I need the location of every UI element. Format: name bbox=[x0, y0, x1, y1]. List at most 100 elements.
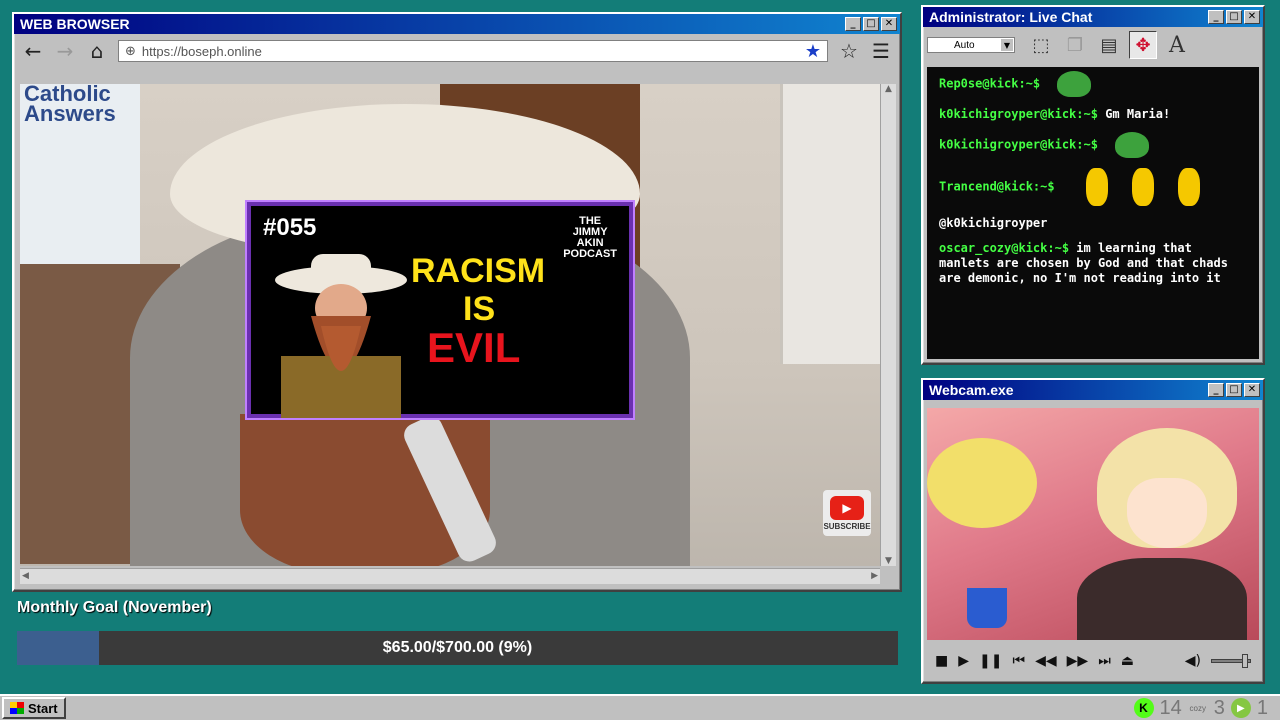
copy-icon[interactable]: ❐ bbox=[1061, 31, 1089, 59]
browser-titlebar[interactable]: WEB BROWSER _ □ ✕ bbox=[14, 14, 900, 34]
kick-viewer-count: 14 bbox=[1159, 696, 1182, 719]
chat-username[interactable]: Rep0se@kick:~$ bbox=[939, 77, 1040, 91]
taskbar: Start K 14 cozy 3 ▶ 1 bbox=[0, 694, 1280, 720]
horizontal-scrollbar[interactable]: ◀ ▶ bbox=[20, 568, 880, 584]
move-icon[interactable]: ✥ bbox=[1129, 31, 1157, 59]
webcam-close-button[interactable]: ✕ bbox=[1244, 383, 1260, 397]
webcam-window: Webcam.exe _ □ ✕ ■ ▶ ❚❚ ⏮ ◀◀ ▶▶ ⏭ ⏏ ◀) bbox=[921, 378, 1265, 684]
globe-icon: ⊕ bbox=[125, 43, 136, 59]
stop-icon[interactable]: ■ bbox=[935, 653, 948, 669]
system-tray: K 14 cozy 3 ▶ 1 bbox=[1133, 696, 1279, 720]
chat-message: Trancend@kick:~$ bbox=[939, 168, 1247, 206]
start-label: Start bbox=[28, 700, 58, 716]
rumble-count-a: 3 bbox=[1213, 696, 1225, 719]
chat-message: k0kichigroyper@kick:~$ Gm Maria! bbox=[939, 107, 1247, 122]
windows-logo-icon bbox=[10, 702, 24, 714]
catholic-answers-logo: Catholic Answers bbox=[24, 84, 116, 126]
thumbnail-line-racism: RACISM bbox=[411, 252, 546, 290]
media-controls: ■ ▶ ❚❚ ⏮ ◀◀ ▶▶ ⏭ ⏏ ◀) bbox=[927, 646, 1259, 676]
youtube-subscribe-badge[interactable]: ▶ SUBSCRIBE bbox=[823, 490, 871, 536]
chat-log[interactable]: Rep0se@kick:~$ k0kichigroyper@kick:~$ Gm… bbox=[927, 67, 1259, 359]
menu-hamburger-icon[interactable]: ☰ bbox=[870, 39, 892, 63]
chat-title: Administrator: Live Chat bbox=[929, 9, 1093, 25]
video-player[interactable]: Catholic Answers ▶ SUBSCRIBE #055 THE JI… bbox=[20, 84, 880, 566]
rumble-count-b: 1 bbox=[1256, 696, 1268, 719]
chat-username[interactable]: Trancend@kick:~$ bbox=[939, 180, 1055, 194]
back-arrow-icon[interactable]: ← bbox=[22, 39, 44, 63]
paste-icon[interactable]: ▤ bbox=[1095, 31, 1123, 59]
scroll-down-icon[interactable]: ▼ bbox=[881, 556, 896, 566]
font-size-select[interactable]: Auto ▼ bbox=[927, 37, 1015, 53]
fast-forward-icon[interactable]: ▶▶ bbox=[1067, 653, 1089, 669]
chat-username[interactable]: k0kichigroyper@kick:~$ bbox=[939, 107, 1098, 121]
scroll-left-icon[interactable]: ◀ bbox=[22, 571, 29, 581]
volume-slider[interactable] bbox=[1211, 654, 1251, 668]
webcam-minimize-button[interactable]: _ bbox=[1208, 383, 1224, 397]
eject-icon[interactable]: ⏏ bbox=[1121, 653, 1134, 669]
chat-maximize-button[interactable]: □ bbox=[1226, 10, 1242, 24]
scroll-right-icon[interactable]: ▶ bbox=[871, 571, 878, 581]
webcam-cup bbox=[967, 588, 1007, 628]
thumbnail-line-evil: EVIL bbox=[427, 324, 521, 371]
marquee-select-icon[interactable]: ⬚ bbox=[1027, 31, 1055, 59]
browser-title: WEB BROWSER bbox=[20, 16, 130, 32]
pause-icon[interactable]: ❚❚ bbox=[979, 653, 1002, 669]
home-icon[interactable]: ⌂ bbox=[86, 39, 108, 63]
webcam-titlebar[interactable]: Webcam.exe _ □ ✕ bbox=[923, 380, 1263, 400]
chat-message: Rep0se@kick:~$ bbox=[939, 71, 1247, 97]
chat-message: k0kichigroyper@kick:~$ bbox=[939, 132, 1247, 158]
browser-window: WEB BROWSER _ □ ✕ ← → ⌂ ⊕ ★ ☆ ☰ bbox=[12, 12, 902, 592]
avatar-face bbox=[1127, 478, 1207, 548]
cowboy-portrait-icon bbox=[275, 254, 407, 418]
chevron-down-icon: ▼ bbox=[1001, 39, 1013, 51]
skip-back-icon[interactable]: ⏮ bbox=[1012, 653, 1025, 669]
rewind-icon[interactable]: ◀◀ bbox=[1035, 653, 1057, 669]
chat-close-button[interactable]: ✕ bbox=[1244, 10, 1260, 24]
episode-thumbnail: #055 THE JIMMY AKIN PODCAST RACISM IS EV… bbox=[245, 200, 635, 420]
chat-text: @k0kichigroyper bbox=[939, 216, 1048, 230]
skip-forward-icon[interactable]: ⏭ bbox=[1098, 653, 1111, 669]
pepe-emote-icon bbox=[1057, 71, 1092, 97]
chat-message: @k0kichigroyper bbox=[939, 216, 1247, 231]
pepe-hat-emote-icon bbox=[1115, 132, 1150, 158]
webcam-view bbox=[927, 408, 1259, 640]
chat-username[interactable]: k0kichigroyper@kick:~$ bbox=[939, 138, 1098, 152]
avatar-body bbox=[1077, 558, 1247, 640]
play-icon[interactable]: ▶ bbox=[958, 653, 969, 669]
raincoat-emote-icon bbox=[1177, 168, 1200, 206]
chat-text: Gm Maria! bbox=[1105, 107, 1171, 121]
chat-toolbar: Auto ▼ ⬚ ❐ ▤ ✥ A bbox=[923, 27, 1263, 63]
goal-progress-bar: $65.00/$700.00 (9%) bbox=[17, 631, 898, 665]
bookmarked-star-icon[interactable]: ★ bbox=[805, 41, 821, 62]
font-size-value: Auto bbox=[954, 39, 975, 51]
goal-label: Monthly Goal (November) bbox=[17, 599, 212, 616]
minimize-button[interactable]: _ bbox=[845, 17, 861, 31]
address-bar[interactable]: ⊕ ★ bbox=[118, 40, 828, 62]
podcast-brand: THE JIMMY AKIN PODCAST bbox=[563, 215, 617, 260]
chat-username[interactable]: oscar_cozy@kick:~$ bbox=[939, 241, 1069, 255]
vertical-scrollbar[interactable]: ▲ ▼ bbox=[880, 84, 896, 566]
kick-logo-icon: K bbox=[1133, 698, 1154, 718]
chat-titlebar[interactable]: Administrator: Live Chat _ □ ✕ bbox=[923, 7, 1263, 27]
font-icon[interactable]: A bbox=[1163, 31, 1191, 59]
episode-number: #055 bbox=[263, 214, 317, 241]
volume-icon[interactable]: ◀) bbox=[1185, 653, 1201, 669]
volume-knob[interactable] bbox=[1242, 654, 1248, 668]
subscribe-label: SUBSCRIBE bbox=[823, 521, 871, 531]
chat-minimize-button[interactable]: _ bbox=[1208, 10, 1224, 24]
browser-navbar: ← → ⌂ ⊕ ★ ☆ ☰ bbox=[14, 34, 900, 68]
start-button[interactable]: Start bbox=[2, 697, 66, 719]
youtube-play-icon: ▶ bbox=[830, 495, 864, 520]
bookmark-star-icon[interactable]: ☆ bbox=[838, 39, 860, 63]
maximize-button[interactable]: □ bbox=[863, 17, 879, 31]
raincoat-emote-icon bbox=[1131, 168, 1154, 206]
rumble-logo-icon: ▶ bbox=[1230, 698, 1251, 718]
scroll-up-icon[interactable]: ▲ bbox=[881, 84, 896, 94]
goal-progress-text: $65.00/$700.00 (9%) bbox=[382, 639, 533, 656]
webcam-pillow bbox=[927, 438, 1037, 528]
url-input[interactable] bbox=[141, 43, 799, 59]
close-button[interactable]: ✕ bbox=[881, 17, 897, 31]
cozy-label: cozy bbox=[1189, 703, 1206, 713]
webcam-maximize-button[interactable]: □ bbox=[1226, 383, 1242, 397]
forward-arrow-icon[interactable]: → bbox=[54, 39, 76, 63]
